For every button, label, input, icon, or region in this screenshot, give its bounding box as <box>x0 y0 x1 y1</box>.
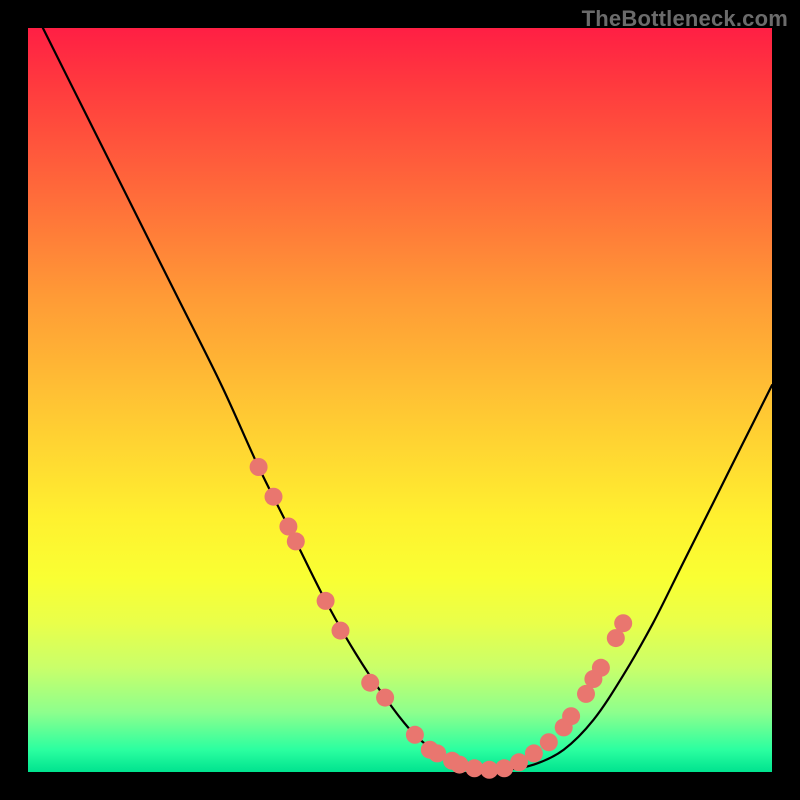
curve-marker <box>265 488 283 506</box>
chart-svg <box>28 28 772 772</box>
watermark-text: TheBottleneck.com <box>582 6 788 32</box>
curve-marker <box>592 659 610 677</box>
curve-marker <box>525 744 543 762</box>
curve-marker <box>317 592 335 610</box>
curve-marker <box>361 674 379 692</box>
curve-marker <box>562 707 580 725</box>
curve-marker <box>614 614 632 632</box>
bottleneck-curve-line <box>43 28 772 770</box>
curve-markers <box>250 458 633 779</box>
chart-plot-area <box>28 28 772 772</box>
curve-marker <box>406 726 424 744</box>
curve-marker <box>332 622 350 640</box>
curve-marker <box>540 733 558 751</box>
curve-marker <box>287 532 305 550</box>
curve-marker <box>250 458 268 476</box>
curve-marker <box>376 689 394 707</box>
